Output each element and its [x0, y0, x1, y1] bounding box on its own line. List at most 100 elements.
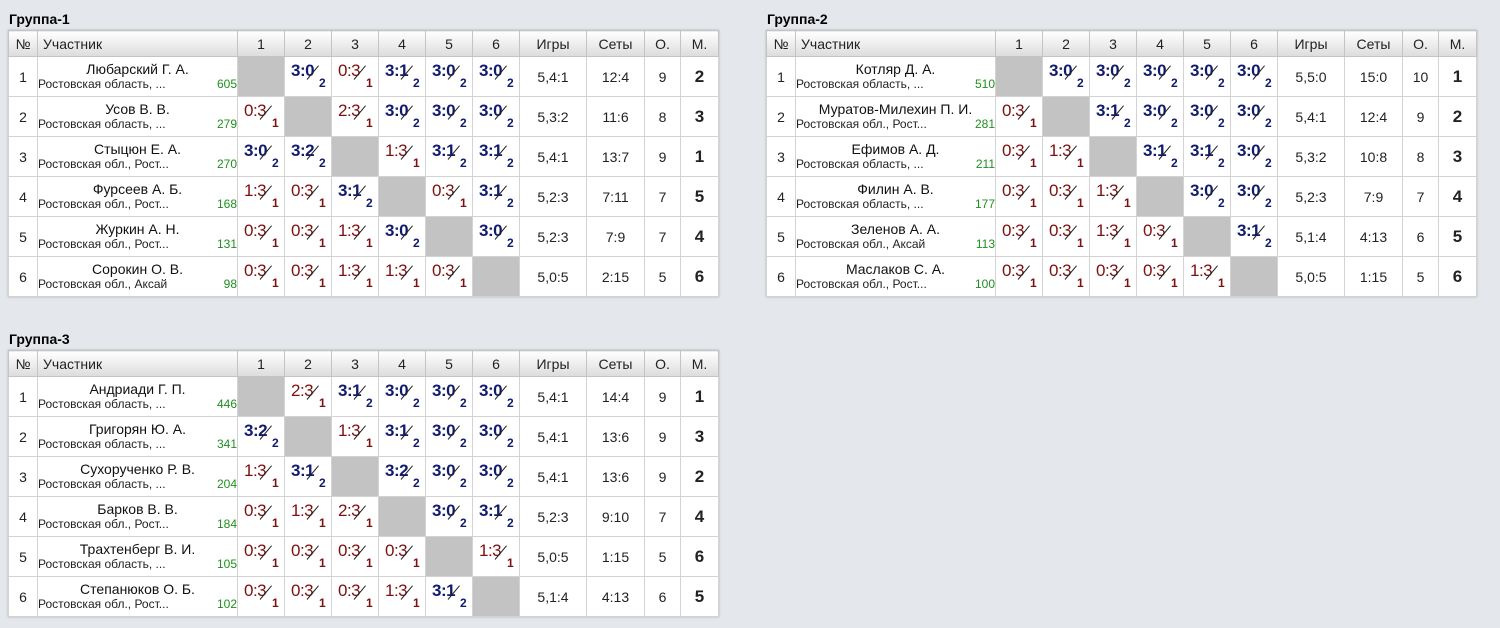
participant-cell[interactable]: Журкин А. Н. Ростовская обл., Рост... 131	[37, 216, 238, 257]
match-result-cell[interactable]: 3:1 2	[331, 176, 379, 217]
match-result-cell[interactable]: 3:0 2	[425, 496, 473, 537]
match-result-cell[interactable]: 0:3 1	[1042, 216, 1090, 257]
match-result-cell[interactable]: 3:1 2	[1183, 136, 1231, 177]
match-result-cell[interactable]: 3:0 2	[472, 456, 520, 497]
participant-cell[interactable]: Стыцюн Е. А. Ростовская обл., Рост... 270	[37, 136, 238, 177]
match-result-cell[interactable]: 0:3 1	[284, 576, 332, 617]
participant-name[interactable]: Котляр Д. А.	[797, 62, 995, 77]
match-result-cell[interactable]: 3:0 2	[284, 56, 332, 97]
match-result-cell[interactable]: 3:2 2	[378, 456, 426, 497]
match-result-cell[interactable]: 1:3 1	[1183, 256, 1231, 297]
match-result-cell[interactable]: 0:3 1	[1042, 176, 1090, 217]
match-result-cell[interactable]: 3:1 2	[1230, 216, 1278, 257]
match-result-cell[interactable]: 3:0 2	[237, 136, 285, 177]
match-result-cell[interactable]: 3:0 2	[472, 416, 520, 457]
match-result-cell[interactable]: 3:1 2	[1136, 136, 1184, 177]
match-result-cell[interactable]: 2:3 1	[331, 496, 379, 537]
match-result-cell[interactable]: 0:3 1	[237, 216, 285, 257]
match-result-cell[interactable]: 1:3 1	[472, 536, 520, 577]
match-result-cell[interactable]: 0:3 1	[237, 256, 285, 297]
match-result-cell[interactable]: 1:3 1	[331, 216, 379, 257]
match-result-cell[interactable]: 0:3 1	[425, 256, 473, 297]
match-result-cell[interactable]: 0:3 1	[331, 536, 379, 577]
match-result-cell[interactable]: 0:3 1	[1136, 256, 1184, 297]
match-result-cell[interactable]: 3:0 2	[1136, 56, 1184, 97]
match-result-cell[interactable]: 0:3 1	[995, 256, 1043, 297]
participant-name[interactable]: Григорян Ю. А.	[39, 422, 237, 437]
match-result-cell[interactable]: 1:3 1	[378, 576, 426, 617]
participant-name[interactable]: Сухорученко Р. В.	[39, 462, 237, 477]
match-result-cell[interactable]: 3:0 2	[1042, 56, 1090, 97]
match-result-cell[interactable]: 1:3 1	[378, 256, 426, 297]
match-result-cell[interactable]: 0:3 1	[237, 576, 285, 617]
match-result-cell[interactable]: 1:3 1	[284, 496, 332, 537]
match-result-cell[interactable]: 3:0 2	[1136, 96, 1184, 137]
participant-cell[interactable]: Сухорученко Р. В. Ростовская область, ...…	[37, 456, 238, 497]
match-result-cell[interactable]: 0:3 1	[1136, 216, 1184, 257]
participant-name[interactable]: Журкин А. Н.	[39, 222, 237, 237]
match-result-cell[interactable]: 0:3 1	[995, 216, 1043, 257]
match-result-cell[interactable]: 0:3 1	[284, 536, 332, 577]
match-result-cell[interactable]: 3:0 2	[1183, 96, 1231, 137]
match-result-cell[interactable]: 3:0 2	[1230, 96, 1278, 137]
participant-name[interactable]: Фурсеев А. Б.	[39, 182, 237, 197]
participant-cell[interactable]: Зеленов А. А. Ростовская обл., Аксай 113	[795, 216, 996, 257]
match-result-cell[interactable]: 3:1 2	[378, 416, 426, 457]
match-result-cell[interactable]: 3:0 2	[1230, 136, 1278, 177]
match-result-cell[interactable]: 0:3 1	[1042, 256, 1090, 297]
match-result-cell[interactable]: 3:1 2	[472, 496, 520, 537]
match-result-cell[interactable]: 2:3 1	[331, 96, 379, 137]
match-result-cell[interactable]: 0:3 1	[995, 96, 1043, 137]
participant-name[interactable]: Стыцюн Е. А.	[39, 142, 237, 157]
match-result-cell[interactable]: 1:3 1	[1089, 216, 1137, 257]
match-result-cell[interactable]: 0:3 1	[284, 176, 332, 217]
match-result-cell[interactable]: 3:0 2	[425, 96, 473, 137]
match-result-cell[interactable]: 3:1 2	[472, 176, 520, 217]
match-result-cell[interactable]: 3:2 2	[237, 416, 285, 457]
participant-name[interactable]: Зеленов А. А.	[797, 222, 995, 237]
participant-cell[interactable]: Муратов-Милехин П. И. Ростовская обл., Ро…	[795, 96, 996, 137]
match-result-cell[interactable]: 3:2 2	[284, 136, 332, 177]
match-result-cell[interactable]: 3:1 2	[472, 136, 520, 177]
participant-name[interactable]: Маслаков С. А.	[797, 262, 995, 277]
match-result-cell[interactable]: 0:3 1	[425, 176, 473, 217]
participant-cell[interactable]: Сорокин О. В. Ростовская обл., Аксай 98	[37, 256, 238, 297]
match-result-cell[interactable]: 0:3 1	[331, 56, 379, 97]
participant-cell[interactable]: Ефимов А. Д. Ростовская область, ... 211	[795, 136, 996, 177]
match-result-cell[interactable]: 3:0 2	[1230, 176, 1278, 217]
match-result-cell[interactable]: 3:0 2	[1183, 176, 1231, 217]
match-result-cell[interactable]: 1:3 1	[237, 456, 285, 497]
match-result-cell[interactable]: 3:0 2	[378, 216, 426, 257]
match-result-cell[interactable]: 3:0 2	[425, 416, 473, 457]
match-result-cell[interactable]: 3:1 2	[425, 136, 473, 177]
participant-name[interactable]: Степанюков О. Б.	[39, 582, 237, 597]
participant-cell[interactable]: Андриади Г. П. Ростовская область, ... 446	[37, 376, 238, 417]
participant-name[interactable]: Сорокин О. В.	[39, 262, 237, 277]
participant-name[interactable]: Муратов-Милехин П. И.	[797, 102, 995, 117]
participant-name[interactable]: Андриади Г. П.	[39, 382, 237, 397]
participant-cell[interactable]: Трахтенберг В. И. Ростовская область, ...…	[37, 536, 238, 577]
participant-name[interactable]: Филин А. В.	[797, 182, 995, 197]
participant-cell[interactable]: Фурсеев А. Б. Ростовская обл., Рост... 168	[37, 176, 238, 217]
match-result-cell[interactable]: 1:3 1	[1042, 136, 1090, 177]
participant-cell[interactable]: Барков В. В. Ростовская обл., Рост... 184	[37, 496, 238, 537]
participant-name[interactable]: Любарский Г. А.	[39, 62, 237, 77]
match-result-cell[interactable]: 3:0 2	[1183, 56, 1231, 97]
match-result-cell[interactable]: 0:3 1	[237, 536, 285, 577]
match-result-cell[interactable]: 3:0 2	[472, 216, 520, 257]
participant-cell[interactable]: Любарский Г. А. Ростовская область, ... 60…	[37, 56, 238, 97]
participant-cell[interactable]: Маслаков С. А. Ростовская обл., Рост... 10…	[795, 256, 996, 297]
match-result-cell[interactable]: 3:0 2	[378, 376, 426, 417]
match-result-cell[interactable]: 1:3 1	[378, 136, 426, 177]
participant-cell[interactable]: Степанюков О. Б. Ростовская обл., Рост...…	[37, 576, 238, 617]
match-result-cell[interactable]: 3:1 2	[425, 576, 473, 617]
match-result-cell[interactable]: 3:1 2	[378, 56, 426, 97]
match-result-cell[interactable]: 3:1 2	[1089, 96, 1137, 137]
match-result-cell[interactable]: 0:3 1	[284, 216, 332, 257]
match-result-cell[interactable]: 1:3 1	[237, 176, 285, 217]
match-result-cell[interactable]: 1:3 1	[331, 416, 379, 457]
participant-cell[interactable]: Филин А. В. Ростовская область, ... 177	[795, 176, 996, 217]
match-result-cell[interactable]: 3:0 2	[472, 96, 520, 137]
match-result-cell[interactable]: 3:0 2	[425, 56, 473, 97]
match-result-cell[interactable]: 0:3 1	[331, 576, 379, 617]
